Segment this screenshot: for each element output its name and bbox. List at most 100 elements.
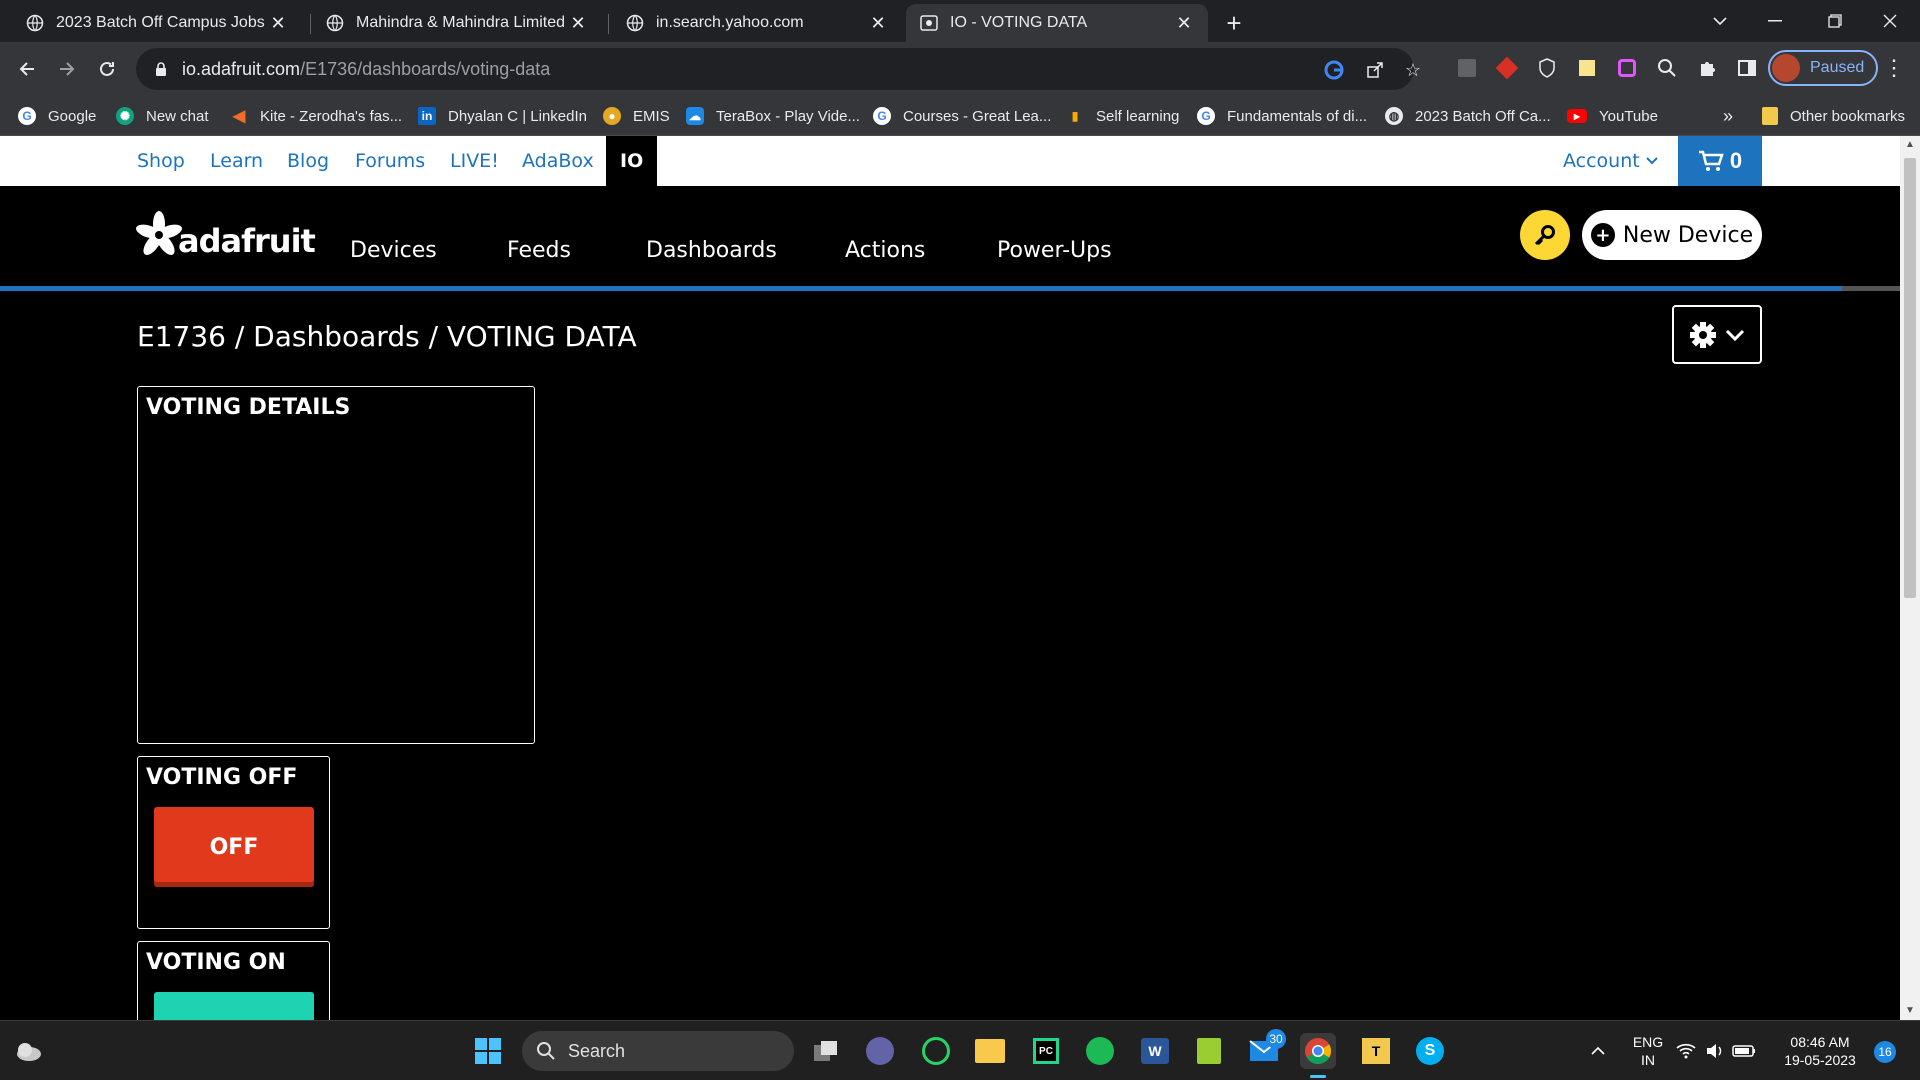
bookmark-item[interactable]: ◍ 2023 Batch Off Ca... — [1385, 96, 1551, 136]
bookmark-item[interactable]: G Fundamentals of di... — [1197, 96, 1367, 136]
bookmarks-overflow-button[interactable]: » — [1723, 96, 1733, 136]
extension-red-icon[interactable] — [1495, 56, 1519, 80]
page-scrollbar[interactable]: ▲ ▼ — [1900, 136, 1920, 1020]
weather-icon[interactable] — [10, 1033, 46, 1069]
account-menu[interactable]: Account — [1563, 136, 1658, 186]
dashboard-block-voting-off: VOTING OFF OFF — [137, 756, 330, 929]
system-tray-icons[interactable] — [1672, 1033, 1762, 1069]
nav-feeds[interactable]: Feeds — [507, 238, 571, 263]
nav-io[interactable]: IO — [606, 136, 658, 186]
block-title: VOTING ON — [146, 950, 286, 975]
clock[interactable]: 08:46 AM 19-05-2023 — [1775, 1033, 1865, 1069]
text-editor-icon[interactable]: T — [1358, 1033, 1394, 1069]
close-window-icon[interactable] — [1860, 0, 1920, 42]
scroll-down-arrow-icon[interactable]: ▼ — [1900, 1002, 1920, 1020]
google-lens-icon[interactable] — [1323, 59, 1345, 81]
side-panel-icon[interactable] — [1735, 56, 1759, 80]
file-explorer-icon[interactable] — [972, 1033, 1008, 1069]
bookmark-item[interactable]: ● EMIS — [603, 96, 670, 136]
whatsapp-icon[interactable] — [918, 1033, 954, 1069]
share-icon[interactable] — [1364, 59, 1386, 81]
bookmark-item[interactable]: ▮ Self learning — [1066, 96, 1180, 136]
chart-icon: ▮ — [1071, 109, 1079, 123]
puzzle-extensions-icon[interactable] — [1695, 56, 1719, 80]
language-indicator[interactable]: ENG IN — [1628, 1033, 1668, 1069]
gear-icon — [1690, 321, 1716, 348]
tray-overflow-chevron-icon[interactable] — [1580, 1033, 1616, 1069]
spotify-icon[interactable] — [1082, 1033, 1118, 1069]
extension-icon[interactable] — [1455, 56, 1479, 80]
kite-icon: ◀ — [232, 108, 246, 125]
dashboard-settings-button[interactable] — [1672, 305, 1762, 364]
nav-actions[interactable]: Actions — [845, 238, 925, 263]
new-tab-button[interactable]: + — [1220, 8, 1248, 39]
nav-blog[interactable]: Blog — [287, 136, 329, 186]
bookmark-item[interactable]: G Courses - Great Lea... — [873, 96, 1051, 136]
back-arrow-icon[interactable] — [10, 52, 44, 86]
bookmark-star-icon[interactable]: ☆ — [1402, 59, 1424, 81]
notification-badge[interactable]: 16 — [1874, 1041, 1896, 1063]
nav-dashboards[interactable]: Dashboards — [646, 238, 777, 263]
browser-toolbar: io.adafruit.com/E1736/dashboards/voting-… — [0, 42, 1920, 96]
forward-arrow-icon[interactable] — [50, 52, 84, 86]
bookmark-item[interactable]: ◀ Kite - Zerodha's fas... — [230, 96, 402, 136]
skype-icon[interactable]: S — [1412, 1033, 1448, 1069]
close-icon[interactable]: ✕ — [1174, 13, 1194, 34]
breadcrumb: E1736 / Dashboards / VOTING DATA — [137, 320, 637, 353]
other-bookmarks[interactable]: Other bookmarks — [1762, 96, 1905, 136]
search-extension-icon[interactable] — [1655, 56, 1679, 80]
io-main-nav: adafruit Devices Feeds Dashboards Action… — [0, 186, 1900, 291]
chrome-icon[interactable] — [1300, 1033, 1336, 1069]
toggle-off-button[interactable]: OFF — [154, 807, 314, 887]
plus-circle-icon: + — [1590, 223, 1615, 247]
nav-live[interactable]: LIVE! — [450, 136, 499, 186]
nav-devices[interactable]: Devices — [350, 238, 437, 263]
bookmark-item[interactable]: G Google — [18, 96, 96, 136]
reload-icon[interactable] — [90, 52, 124, 86]
mail-badge: 30 — [1266, 1029, 1286, 1049]
new-device-button[interactable]: + New Device — [1582, 210, 1762, 260]
notepad-icon[interactable] — [1191, 1033, 1227, 1069]
close-icon[interactable]: ✕ — [268, 13, 288, 34]
close-icon[interactable]: ✕ — [568, 13, 588, 34]
browser-tab[interactable]: in.search.yahoo.com ✕ — [612, 4, 902, 42]
start-windows-icon[interactable] — [470, 1033, 506, 1069]
profile-button[interactable]: Paused — [1768, 50, 1878, 86]
nav-learn[interactable]: Learn — [210, 136, 263, 186]
pycharm-icon[interactable]: PC — [1028, 1033, 1064, 1069]
bookmarks-bar: G Google ✺ New chat ◀ Kite - Zerodha's fas.… — [0, 96, 1920, 136]
tab-search-icon[interactable] — [1690, 0, 1750, 42]
minimize-icon[interactable] — [1745, 0, 1805, 42]
bookmark-item[interactable]: in Dhyalan C | LinkedIn — [418, 96, 587, 136]
task-view-icon[interactable] — [808, 1033, 844, 1069]
browser-tab-active[interactable]: IO - VOTING DATA ✕ — [906, 4, 1208, 42]
scrollbar-thumb[interactable] — [1904, 158, 1916, 598]
nav-adabox[interactable]: AdaBox — [522, 136, 594, 186]
adafruit-logo[interactable]: adafruit — [134, 210, 316, 260]
shield-icon[interactable] — [1535, 56, 1559, 80]
restore-icon[interactable] — [1805, 0, 1865, 42]
address-bar[interactable]: io.adafruit.com/E1736/dashboards/voting-… — [136, 48, 1421, 90]
nav-shop[interactable]: Shop — [137, 136, 185, 186]
youtube-icon: ▶ — [1567, 109, 1587, 123]
cart-button[interactable]: 0 — [1678, 136, 1762, 186]
bookmark-item[interactable]: ✺ New chat — [116, 96, 209, 136]
kebab-menu-icon[interactable]: ⋮ — [1882, 55, 1906, 80]
bookmark-item[interactable]: ▶ YouTube — [1567, 96, 1658, 136]
browser-tab[interactable]: 2023 Batch Off Campus Jobs | Of ✕ — [12, 4, 302, 42]
nav-power-ups[interactable]: Power-Ups — [997, 238, 1112, 263]
dashboard-block-voting-details: VOTING DETAILS — [137, 386, 535, 744]
linkedin-icon: in — [418, 107, 436, 125]
note-extension-icon[interactable] — [1575, 56, 1599, 80]
taskbar-search[interactable]: Search — [522, 1031, 794, 1071]
browser-tab[interactable]: Mahindra & Mahindra Limited Of ✕ — [312, 4, 602, 42]
nav-forums[interactable]: Forums — [355, 136, 425, 186]
bookmark-item[interactable]: ☁ TeraBox - Play Vide... — [686, 96, 860, 136]
search-icon — [537, 1042, 555, 1060]
color-picker-icon[interactable] — [1615, 56, 1639, 80]
teams-chat-icon[interactable] — [862, 1033, 898, 1069]
close-icon[interactable]: ✕ — [868, 13, 888, 34]
scroll-up-arrow-icon[interactable]: ▲ — [1900, 136, 1920, 154]
word-icon[interactable]: W — [1137, 1033, 1173, 1069]
key-button[interactable] — [1520, 210, 1570, 260]
